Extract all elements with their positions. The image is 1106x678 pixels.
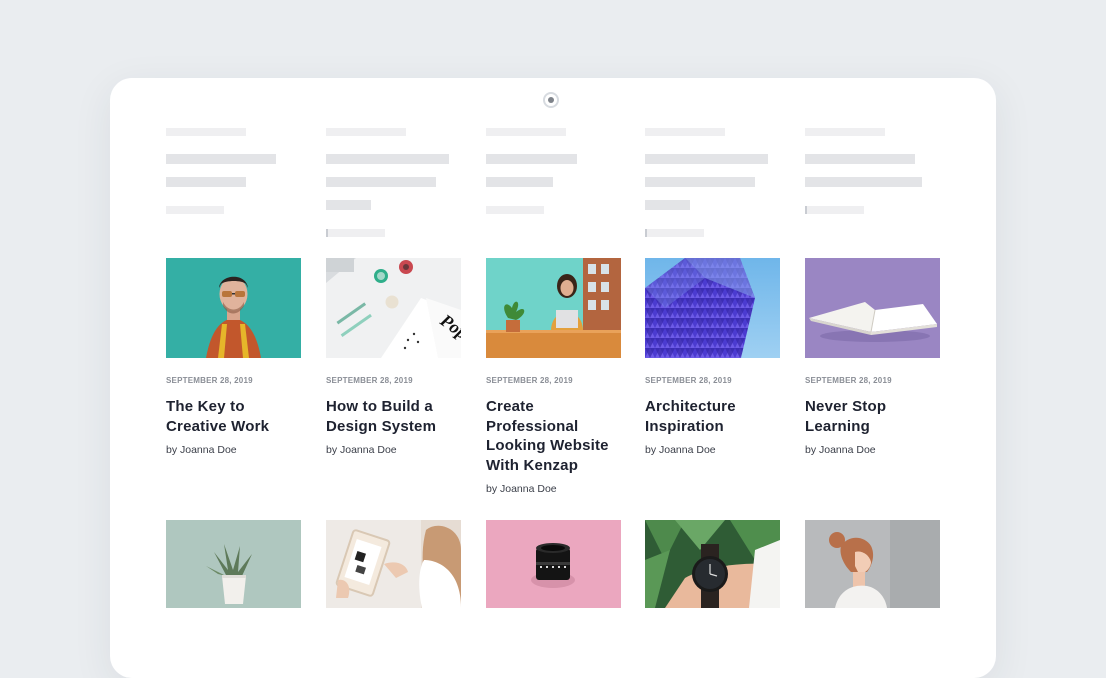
post-thumbnail[interactable] [805,520,940,608]
post-date: SEPTEMBER 28, 2019 [166,376,253,385]
post-author[interactable]: by Joanna Doe [166,444,301,456]
post-title[interactable]: Architecture Inspiration [645,397,780,436]
post-author[interactable]: by Joanna Doe [805,444,940,456]
post-card[interactable] [486,520,621,608]
post-thumbnail[interactable] [166,258,301,358]
post-card[interactable] [166,520,301,608]
post-card[interactable] [645,520,780,608]
post-card[interactable]: SEPTEMBER 28, 2019 Architecture Inspirat… [645,258,780,456]
post-title[interactable]: How to Build a Design System [326,397,461,436]
post-card[interactable] [326,520,461,608]
post-thumbnail[interactable]: Pop [326,258,461,358]
post-title[interactable]: Never Stop Learning [805,397,940,436]
camera-dot-icon [543,92,559,108]
post-title[interactable]: Create Professional Looking Website With… [486,397,621,475]
post-card[interactable]: SEPTEMBER 28, 2019 The Key to Creative W… [166,258,301,456]
post-thumbnail[interactable] [805,258,940,358]
post-author[interactable]: by Joanna Doe [486,483,621,495]
post-date: SEPTEMBER 28, 2019 [326,376,413,385]
post-author[interactable]: by Joanna Doe [326,444,461,456]
post-thumbnail[interactable] [645,258,780,358]
post-date: SEPTEMBER 28, 2019 [805,376,892,385]
post-title[interactable]: The Key to Creative Work [166,397,301,436]
post-thumbnail[interactable] [486,258,621,358]
post-thumbnail[interactable] [645,520,780,608]
post-card[interactable]: SEPTEMBER 28, 2019 Create Professional L… [486,258,621,495]
post-card[interactable]: Pop SEPTEMBER 28, 2019 How to Build a De… [326,258,461,456]
post-thumbnail[interactable] [486,520,621,608]
post-thumbnail[interactable] [326,520,461,608]
post-date: SEPTEMBER 28, 2019 [486,376,573,385]
post-card[interactable] [805,520,940,608]
post-card[interactable]: SEPTEMBER 28, 2019 Never Stop Learning b… [805,258,940,456]
browser-card: SEPTEMBER 28, 2019 The Key to Creative W… [110,78,996,678]
post-date: SEPTEMBER 28, 2019 [645,376,732,385]
post-author[interactable]: by Joanna Doe [645,444,780,456]
post-thumbnail[interactable] [166,520,301,608]
